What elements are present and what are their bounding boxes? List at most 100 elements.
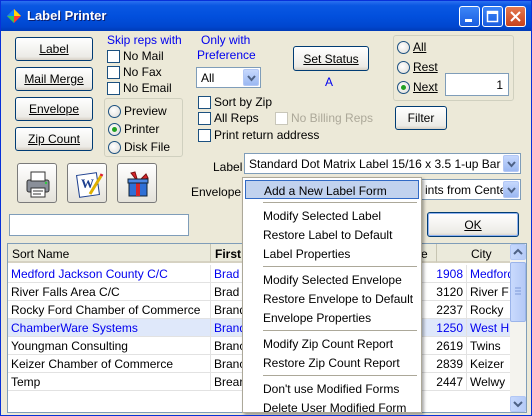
cell-sort-name: Medford Jackson County C/C (8, 265, 211, 283)
label-button[interactable]: Label (15, 37, 93, 61)
label-form-select[interactable]: Standard Dot Matrix Label 15/16 x 3.5 1-… (244, 153, 521, 174)
minimize-button[interactable] (459, 6, 480, 27)
no-mail-checkbox[interactable] (107, 50, 120, 63)
chevron-down-icon[interactable] (503, 181, 519, 198)
no-billing-reps-label: No Billing Reps (291, 111, 374, 125)
cell-sort-name: River Falls Area C/C (8, 283, 211, 301)
scroll-up-button[interactable] (510, 244, 526, 260)
column-header-sort-name[interactable]: Sort Name (8, 244, 211, 263)
document-edit-icon-button[interactable]: W (67, 163, 107, 203)
envelope-button-text: Envelope (28, 102, 80, 116)
preference-select[interactable]: All (196, 67, 261, 88)
print-return-address-checkbox[interactable] (198, 129, 211, 142)
set-status-button[interactable]: Set Status (293, 46, 369, 71)
label-printer-icon (6, 8, 22, 24)
all-reps-label: All Reps (214, 111, 259, 125)
no-email-checkbox[interactable] (107, 82, 120, 95)
print-return-address-label: Print return address (214, 128, 320, 142)
cell-city: Twins (467, 337, 514, 355)
status-value: A (325, 75, 334, 89)
menu-item[interactable]: Restore Zip Count Report (245, 353, 419, 372)
no-billing-reps-checkbox[interactable] (275, 112, 288, 125)
vertical-scrollbar[interactable] (510, 244, 526, 412)
label-context-menu: Add a New Label Form Modify Selected Labe… (242, 177, 422, 415)
menu-item[interactable]: Modify Zip Count Report (245, 334, 419, 353)
menu-item[interactable]: Modify Selected Label (245, 206, 419, 225)
menu-separator (263, 330, 417, 331)
sort-by-zip-label: Sort by Zip (214, 95, 273, 109)
cell-first: Brand (211, 319, 245, 337)
disk-file-label: Disk File (124, 140, 171, 154)
preference-heading-line2: Preference (197, 48, 256, 62)
filter-button-text: Filter (407, 111, 435, 125)
chevron-down-icon[interactable] (243, 69, 259, 86)
disk-file-radio[interactable] (108, 141, 121, 154)
menu-item[interactable]: Don't use Modified Forms (245, 379, 419, 398)
cell-sort-name: Rocky Ford Chamber of Commerce (8, 301, 211, 319)
menu-item[interactable]: Modify Selected Envelope (245, 270, 419, 289)
cell-sort-name: ChamberWare Systems (8, 319, 211, 337)
range-rest-label: Rest (413, 60, 438, 74)
cell-first: Brad (211, 265, 245, 283)
cell-city: Rocky (467, 301, 514, 319)
preview-radio[interactable] (108, 105, 121, 118)
printer-radio[interactable] (108, 123, 121, 136)
column-header-city-gap (437, 244, 467, 263)
menu-item[interactable]: Label Properties (245, 244, 419, 263)
no-email-label: No Email (123, 81, 172, 95)
print-labels-icon-button[interactable] (17, 163, 57, 203)
cell-first: Brand (211, 301, 245, 319)
cell-city: West H (467, 319, 514, 337)
next-count-value: 1 (496, 78, 503, 92)
menu-separator (263, 375, 417, 376)
cell-sort-name: Temp (8, 373, 211, 391)
preview-label: Preview (124, 104, 167, 118)
menu-item[interactable]: Delete User Modified Form (245, 398, 419, 415)
title-bar[interactable]: Label Printer (1, 1, 531, 31)
close-button[interactable] (505, 6, 526, 27)
window-title: Label Printer (27, 8, 107, 23)
cell-first: Brad (211, 283, 245, 301)
mail-merge-button[interactable]: Mail Merge (15, 67, 93, 91)
cell-city: Medford (467, 265, 514, 283)
filter-button[interactable]: Filter (395, 106, 447, 130)
chevron-down-icon[interactable] (503, 155, 519, 172)
menu-item[interactable]: Add a New Label Form (245, 180, 419, 199)
cell-sort-name: Keizer Chamber of Commerce (8, 355, 211, 373)
search-input[interactable] (9, 214, 189, 236)
cell-first: Branc (211, 337, 245, 355)
scroll-thumb[interactable] (510, 262, 526, 322)
no-mail-label: No Mail (123, 49, 164, 63)
range-all-label: All (413, 40, 427, 54)
range-next-radio[interactable] (397, 81, 410, 94)
ok-button[interactable]: OK (427, 212, 519, 237)
scroll-down-button[interactable] (510, 396, 526, 412)
range-rest-radio[interactable] (397, 61, 410, 74)
menu-separator (263, 266, 417, 267)
cell-city: Keizer (467, 355, 514, 373)
no-fax-checkbox[interactable] (107, 66, 120, 79)
skip-reps-heading: Skip reps with (107, 33, 182, 47)
ok-button-text: OK (464, 218, 482, 232)
column-header-first[interactable]: First (211, 244, 245, 263)
sort-by-zip-checkbox[interactable] (198, 96, 211, 109)
menu-separator (263, 202, 417, 203)
printer-icon (26, 171, 50, 198)
next-count-input[interactable]: 1 (445, 73, 509, 96)
cell-city: River F (467, 283, 514, 301)
envelope-button[interactable]: Envelope (15, 97, 93, 121)
preference-select-value: All (201, 71, 215, 85)
cell-first: Branc (211, 355, 245, 373)
zip-count-button[interactable]: Zip Count (15, 127, 93, 151)
maximize-button[interactable] (482, 6, 503, 27)
cell-city: Welwy (467, 373, 514, 391)
menu-item[interactable]: Restore Label to Default (245, 225, 419, 244)
column-header-city[interactable]: City (467, 244, 514, 263)
document-edit-icon: W (76, 172, 104, 198)
all-reps-checkbox[interactable] (198, 112, 211, 125)
gift-box-icon-button[interactable] (117, 163, 157, 203)
range-all-radio[interactable] (397, 41, 410, 54)
menu-item[interactable]: Envelope Properties (245, 308, 419, 327)
label-select-caption: Label (213, 160, 243, 174)
menu-item[interactable]: Restore Envelope to Default (245, 289, 419, 308)
